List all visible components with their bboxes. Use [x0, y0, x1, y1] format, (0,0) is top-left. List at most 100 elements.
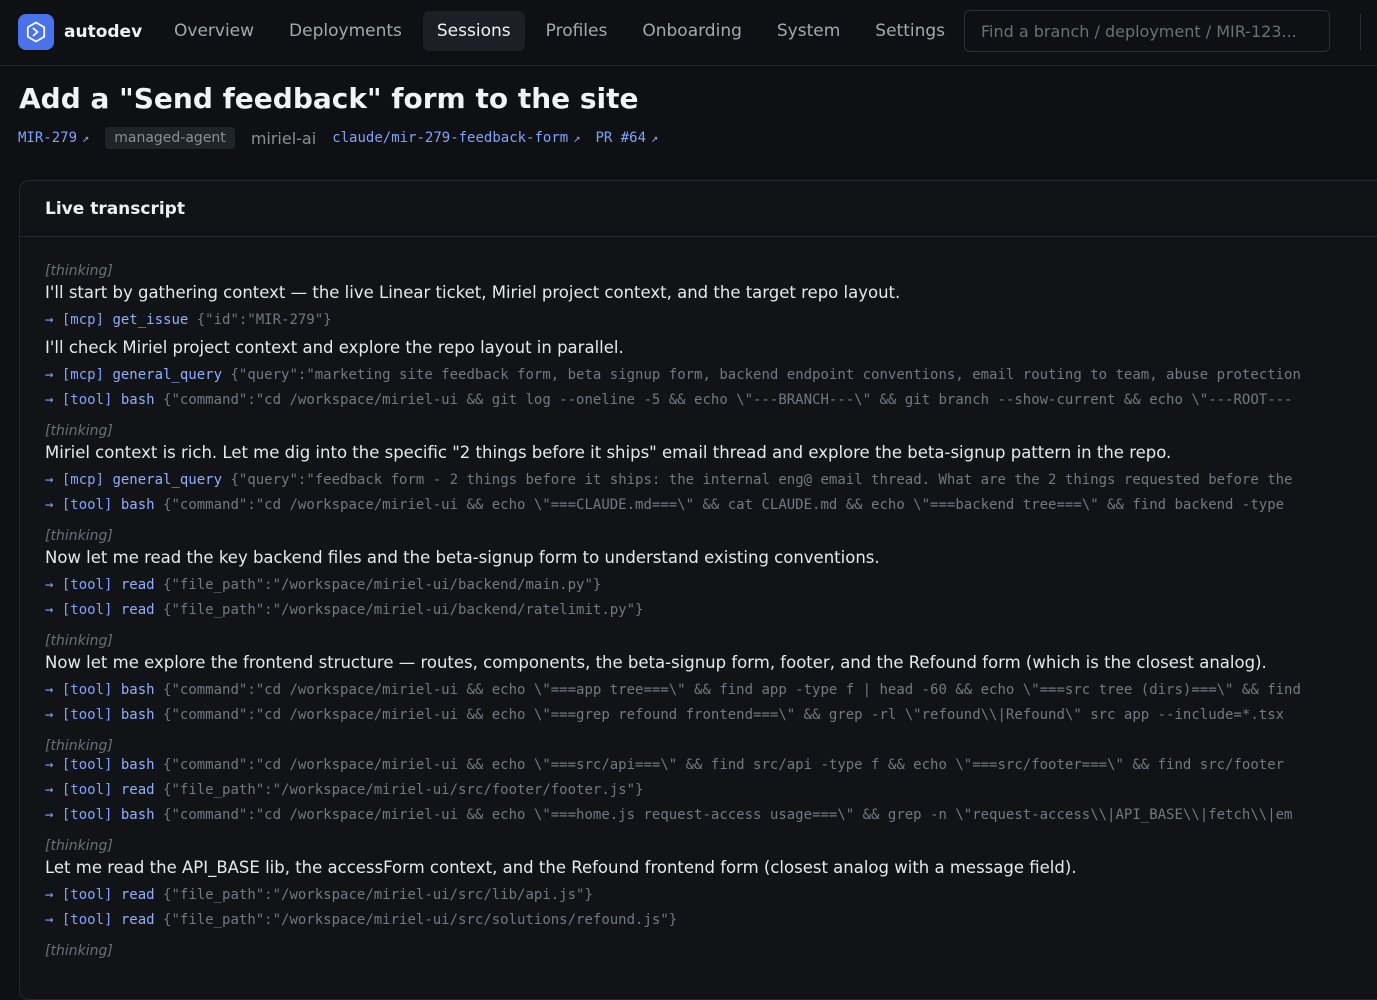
- tool-kind: [tool]: [61, 887, 113, 903]
- session-meta: MIR-279 ↗ managed-agent miriel-ai claude/…: [18, 124, 658, 152]
- thinking-marker: [thinking]: [45, 738, 113, 753]
- tool-name: general_query: [112, 367, 223, 383]
- tool-call: → [tool] read {"file_path":"/workspace/m…: [45, 908, 1377, 933]
- branch-link[interactable]: claude/mir-279-feedback-form ↗: [332, 130, 580, 146]
- assistant-message: I'll start by gathering context — the li…: [45, 283, 901, 302]
- arrow-right-icon: →: [45, 807, 62, 823]
- tool-name: general_query: [112, 472, 223, 488]
- tool-call: → [tool] read {"file_path":"/workspace/m…: [45, 573, 1377, 598]
- tool-call: → [tool] bash {"command":"cd /workspace/…: [45, 803, 1377, 828]
- arrow-right-icon: →: [45, 577, 62, 593]
- tool-name: bash: [120, 682, 155, 698]
- tool-args: {"command":"cd /workspace/miriel-ui && e…: [163, 497, 1285, 513]
- tool-name: bash: [120, 392, 155, 408]
- arrow-right-icon: →: [45, 707, 62, 723]
- tool-call: → [mcp] general_query {"query":"marketin…: [45, 363, 1377, 388]
- tool-args: {"query":"marketing site feedback form, …: [230, 367, 1301, 383]
- transcript-panel: Live transcript [thinking] I'll start by …: [19, 180, 1377, 1000]
- nav-settings[interactable]: Settings: [861, 11, 959, 51]
- tool-call: → [tool] read {"file_path":"/workspace/m…: [45, 883, 1377, 908]
- arrow-right-icon: →: [45, 757, 62, 773]
- thinking-marker: [thinking]: [45, 528, 113, 543]
- tool-name: bash: [120, 497, 155, 513]
- tool-name: read: [120, 577, 155, 593]
- arrow-right-icon: →: [45, 682, 62, 698]
- pr-link[interactable]: PR #64 ↗: [595, 130, 658, 146]
- tool-kind: [tool]: [61, 602, 113, 618]
- page-title: Add a "Send feedback" form to the site: [19, 82, 639, 115]
- arrow-right-icon: →: [45, 472, 62, 488]
- brand[interactable]: autodev: [18, 14, 142, 50]
- tool-kind: [tool]: [61, 807, 113, 823]
- external-link-icon: ↗: [82, 131, 90, 145]
- tool-kind: [tool]: [61, 497, 113, 513]
- external-link-icon: ↗: [651, 131, 659, 145]
- tool-name: bash: [120, 707, 155, 723]
- thinking-marker: [thinking]: [45, 423, 113, 438]
- app-name: autodev: [64, 22, 143, 42]
- tool-args: {"command":"cd /workspace/miriel-ui && e…: [163, 757, 1285, 773]
- tool-call: → [tool] read {"file_path":"/workspace/m…: [45, 778, 1377, 803]
- tool-kind: [tool]: [61, 707, 113, 723]
- autodev-logo-icon: [18, 14, 54, 50]
- pr-number: PR #64: [595, 130, 647, 146]
- agent-tag: managed-agent: [105, 127, 235, 149]
- tool-call: → [mcp] get_issue {"id":"MIR-279"}: [45, 308, 1377, 333]
- tool-kind: [tool]: [61, 392, 113, 408]
- tool-name: read: [120, 912, 155, 928]
- tool-args: {"id":"MIR-279"}: [196, 312, 332, 328]
- arrow-right-icon: →: [45, 392, 62, 408]
- top-nav-bar: autodev Overview Deployments Sessions Pr…: [0, 0, 1377, 66]
- assistant-message: Now let me read the key backend files an…: [45, 548, 880, 567]
- transcript-log[interactable]: [thinking] I'll start by gathering contex…: [45, 253, 1377, 958]
- tool-call: → [mcp] general_query {"query":"feedback…: [45, 468, 1377, 493]
- nav-deployments[interactable]: Deployments: [275, 11, 416, 51]
- tool-call: → [tool] bash {"command":"cd /workspace/…: [45, 388, 1377, 413]
- tool-name: read: [120, 782, 155, 798]
- tool-call: → [tool] bash {"command":"cd /workspace/…: [45, 703, 1377, 728]
- arrow-right-icon: →: [45, 782, 62, 798]
- tool-args: {"command":"cd /workspace/miriel-ui && e…: [163, 682, 1301, 698]
- ticket-link[interactable]: MIR-279 ↗: [18, 130, 89, 146]
- nav-sessions[interactable]: Sessions: [422, 11, 525, 51]
- tool-kind: [mcp]: [61, 312, 105, 328]
- tool-name: get_issue: [112, 312, 189, 328]
- tool-args: {"file_path":"/workspace/miriel-ui/backe…: [163, 577, 602, 593]
- topbar-divider: [1360, 14, 1361, 50]
- assistant-message: I'll check Miriel project context and ex…: [45, 338, 624, 357]
- tool-call: → [tool] read {"file_path":"/workspace/m…: [45, 598, 1377, 623]
- arrow-right-icon: →: [45, 367, 62, 383]
- arrow-right-icon: →: [45, 312, 62, 328]
- arrow-right-icon: →: [45, 887, 62, 903]
- search-input[interactable]: [964, 10, 1330, 52]
- tool-kind: [mcp]: [61, 367, 105, 383]
- tool-name: read: [120, 887, 155, 903]
- tool-call: → [tool] bash {"command":"cd /workspace/…: [45, 753, 1377, 778]
- nav-system[interactable]: System: [763, 11, 854, 51]
- tool-kind: [mcp]: [61, 472, 105, 488]
- tool-call: → [tool] bash {"command":"cd /workspace/…: [45, 493, 1377, 518]
- tool-name: bash: [120, 807, 155, 823]
- tool-kind: [tool]: [61, 682, 113, 698]
- tool-kind: [tool]: [61, 912, 113, 928]
- tool-name: read: [120, 602, 155, 618]
- tool-args: {"command":"cd /workspace/miriel-ui && g…: [163, 392, 1293, 408]
- tool-kind: [tool]: [61, 782, 113, 798]
- branch-name: claude/mir-279-feedback-form: [332, 130, 569, 146]
- assistant-message: Let me read the API_BASE lib, the access…: [45, 858, 1077, 877]
- tool-args: {"command":"cd /workspace/miriel-ui && e…: [163, 707, 1285, 723]
- arrow-right-icon: →: [45, 602, 62, 618]
- tool-args: {"file_path":"/workspace/miriel-ui/backe…: [163, 602, 644, 618]
- nav-overview[interactable]: Overview: [160, 11, 268, 51]
- assistant-message: Miriel context is rich. Let me dig into …: [45, 443, 1172, 462]
- assistant-message: Now let me explore the frontend structur…: [45, 653, 1267, 672]
- nav-profiles[interactable]: Profiles: [532, 11, 622, 51]
- logo-glyph-icon: [26, 21, 46, 43]
- nav-onboarding[interactable]: Onboarding: [628, 11, 756, 51]
- arrow-right-icon: →: [45, 912, 62, 928]
- tool-kind: [tool]: [61, 577, 113, 593]
- external-link-icon: ↗: [573, 131, 581, 145]
- thinking-marker: [thinking]: [45, 838, 113, 853]
- tool-args: {"query":"feedback form - 2 things befor…: [230, 472, 1293, 488]
- ticket-id: MIR-279: [18, 130, 78, 146]
